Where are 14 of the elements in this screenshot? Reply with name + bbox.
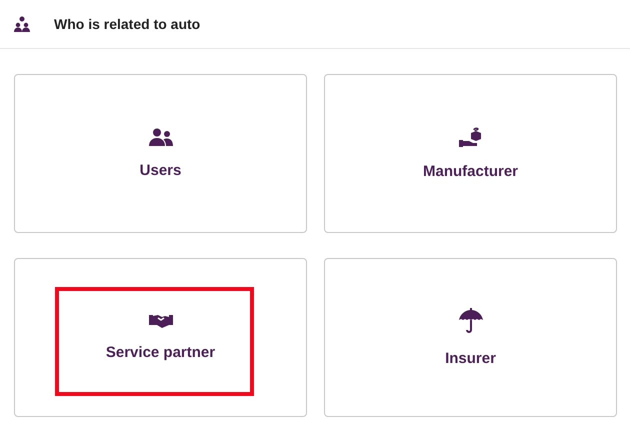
card-label: Users — [140, 162, 182, 179]
handshake-icon — [148, 314, 172, 328]
card-label: Insurer — [445, 350, 496, 367]
page-title: Who is related to auto — [54, 16, 200, 32]
users-icon — [148, 128, 172, 146]
card-label: Service partner — [106, 344, 216, 361]
card-label: Manufacturer — [422, 163, 518, 180]
category-card[interactable]: Service partner — [14, 258, 307, 417]
people-network-icon — [14, 16, 30, 32]
category-card[interactable]: Insurer — [324, 258, 617, 417]
category-card[interactable]: Manufacturer — [324, 74, 617, 233]
category-card[interactable]: Users — [14, 74, 307, 233]
hand-box-icon — [458, 127, 482, 147]
umbrella-icon — [458, 308, 482, 334]
